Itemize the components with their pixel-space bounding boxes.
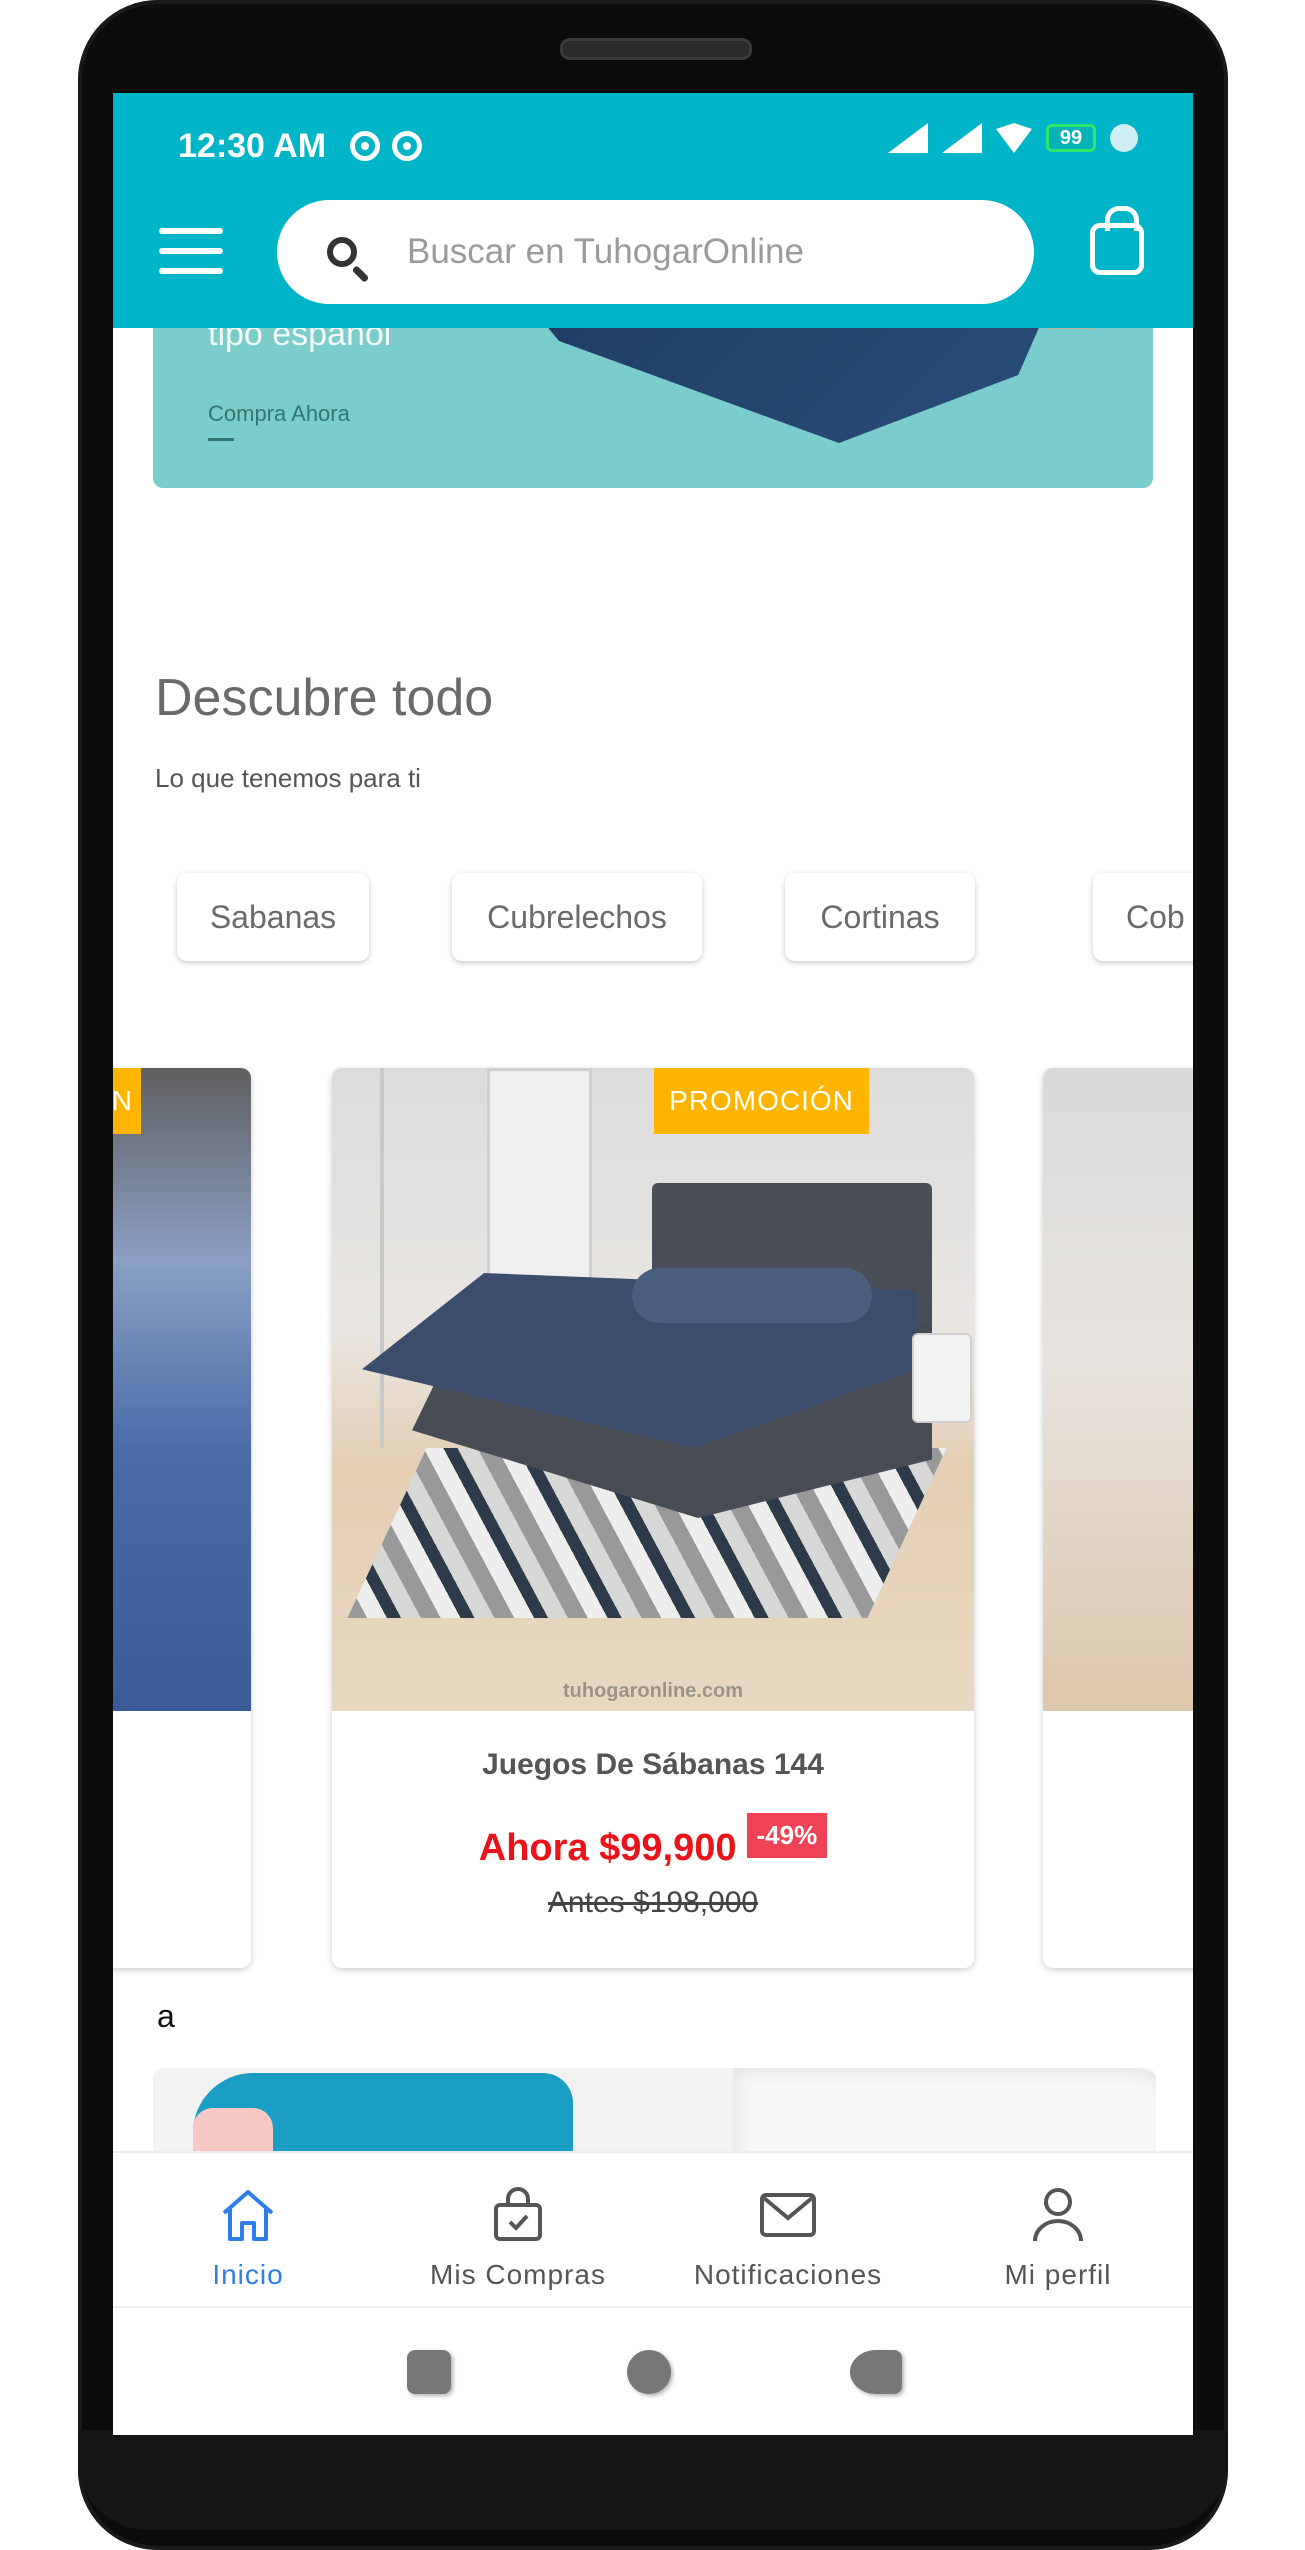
promo-badge: N — [113, 1068, 141, 1134]
signal-icon — [942, 123, 982, 153]
nav-item-notificaciones[interactable]: Notificaciones — [653, 2153, 923, 2308]
stray-text: a — [157, 1998, 175, 2034]
section-title: Descubre todo — [155, 669, 494, 727]
nav-label: Mis Compras — [430, 2259, 606, 2290]
nav-item-mi-perfil[interactable]: Mi perfil — [923, 2153, 1193, 2308]
battery-level: 99 — [1059, 126, 1083, 149]
promo-badge: PROMOCIÓN — [654, 1068, 869, 1134]
signal-icon — [888, 123, 928, 153]
product-image — [113, 1068, 251, 1711]
product-card[interactable]: N — [113, 1068, 251, 1968]
section-subtitle: Lo que tenemos para ti — [155, 763, 421, 793]
product-card[interactable]: tuhogaronline.com PROMOCIÓN Juegos De Sá… — [332, 1068, 974, 1968]
product-image — [1043, 1068, 1193, 1711]
banner-cta-link[interactable]: Compra Ahora — [208, 401, 350, 427]
nav-label: Mi perfil — [1004, 2259, 1112, 2290]
product-image: tuhogaronline.com — [332, 1068, 974, 1711]
system-navigation-bar — [113, 2306, 1193, 2435]
app-bar: 12:30 AM 99 Buscar en TuhogarOnline — [113, 93, 1193, 328]
original-price: Antes $198,000 — [547, 1886, 759, 1919]
notification-icon — [392, 131, 423, 161]
current-price: Ahora $99,900 — [478, 1827, 737, 1869]
nightstand-image — [912, 1333, 972, 1423]
battery-icon: 99 — [1046, 124, 1096, 152]
nav-item-mis-compras[interactable]: Mis Compras — [383, 2153, 653, 2308]
search-input[interactable]: Buscar en TuhogarOnline — [407, 232, 804, 272]
pillow-image — [632, 1268, 872, 1323]
recent-apps-icon[interactable] — [407, 2350, 451, 2394]
category-chip[interactable]: Cubrelechos — [452, 873, 702, 961]
nav-item-inicio[interactable]: Inicio — [113, 2153, 383, 2308]
category-chip[interactable]: Sabanas — [177, 873, 369, 961]
status-time: 12:30 AM — [178, 126, 327, 165]
discount-badge: -49% — [746, 1813, 828, 1858]
product-name: Juegos De Sábanas 144 — [482, 1748, 824, 1781]
price-row: Ahora $99,900 -49% — [332, 1813, 974, 1870]
app-screen: tipo español Compra Ahora 12:30 AM 99 Bu… — [113, 93, 1193, 2435]
envelope-icon — [758, 2185, 818, 2245]
status-icons: 99 — [888, 123, 1138, 153]
user-icon — [1028, 2185, 1088, 2245]
image-watermark: tuhogaronline.com — [563, 1680, 743, 1702]
category-chip[interactable]: Cortinas — [785, 873, 975, 961]
back-icon[interactable] — [850, 2350, 902, 2394]
wifi-icon — [996, 123, 1032, 153]
nav-label: Inicio — [212, 2259, 284, 2290]
category-chip[interactable]: Cob — [1093, 873, 1193, 961]
home-button-icon[interactable] — [627, 2350, 671, 2394]
notification-icon — [350, 131, 381, 161]
banner-cta-underline — [208, 438, 234, 441]
phone-speaker — [560, 38, 752, 60]
search-icon[interactable] — [327, 237, 357, 267]
product-card[interactable] — [1043, 1068, 1193, 1968]
search-bar[interactable]: Buscar en TuhogarOnline — [277, 200, 1034, 304]
phone-bottom-edge — [78, 2430, 1228, 2530]
charging-icon — [1110, 124, 1138, 152]
shopping-bag-icon[interactable] — [1090, 206, 1144, 275]
menu-icon[interactable] — [159, 228, 223, 274]
status-bar: 12:30 AM — [178, 121, 423, 171]
shopping-bag-check-icon — [488, 2185, 548, 2245]
nav-label: Notificaciones — [693, 2259, 883, 2290]
home-icon — [218, 2185, 278, 2245]
bottom-navigation: Inicio Mis Compras Notificaciones Mi per… — [113, 2151, 1193, 2308]
